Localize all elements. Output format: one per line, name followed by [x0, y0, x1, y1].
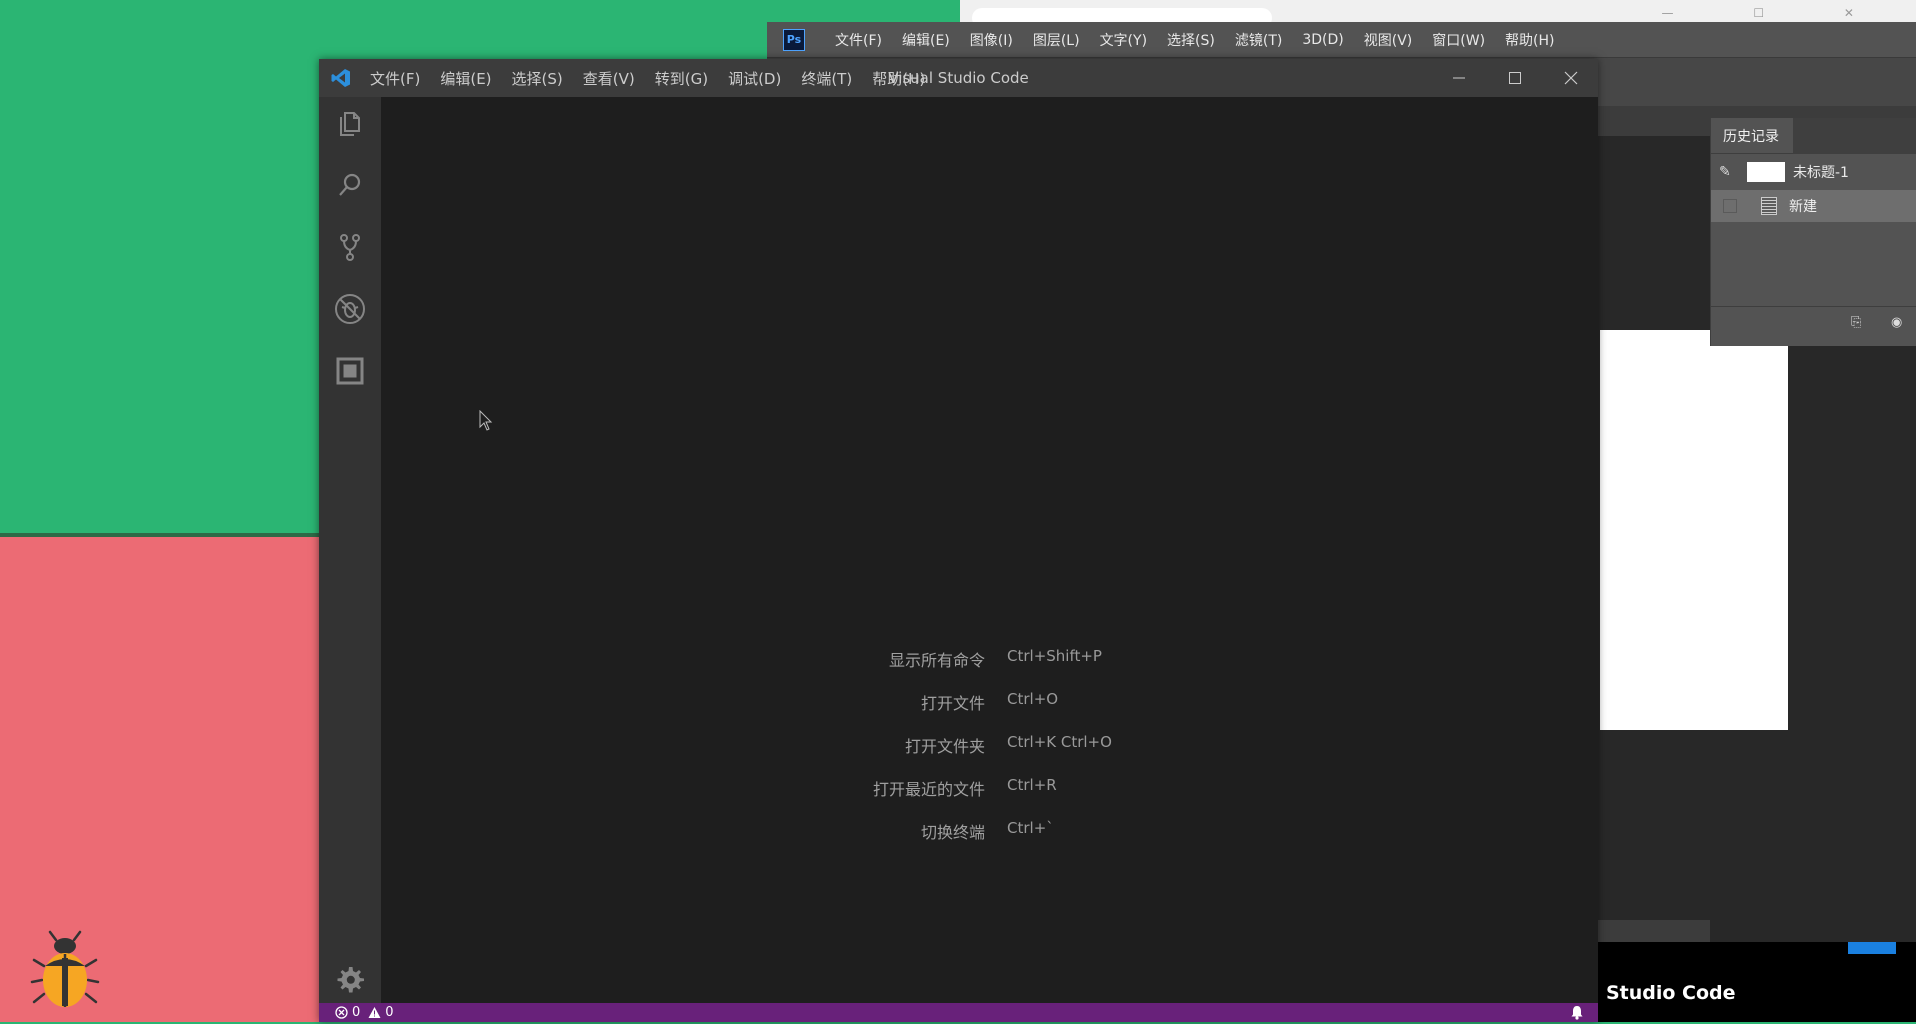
background-window-controls[interactable]: — ☐ ✕: [1662, 6, 1892, 20]
extensions-icon[interactable]: [330, 351, 370, 391]
vscode-logo-icon[interactable]: [330, 67, 352, 89]
shortcut-keys: Ctrl+`: [1007, 819, 1054, 837]
history-brush-icon: ✎: [1719, 164, 1731, 180]
warning-count: 0: [385, 1005, 394, 1020]
snapshot-label: 未标题-1: [1793, 165, 1849, 181]
error-icon: [335, 1006, 348, 1019]
shortcut-label: 打开文件夹: [904, 737, 985, 756]
shortcut-row: 打开最近的文件 Ctrl+R: [381, 776, 1598, 800]
history-panel-tab-strip: [1793, 118, 1916, 154]
activity-bar: [319, 97, 381, 1003]
status-bar: 0 0: [319, 1003, 1598, 1022]
menu-terminal[interactable]: 终端(T): [801, 68, 852, 89]
new-document-from-state-icon[interactable]: ⎘: [1851, 315, 1861, 330]
history-panel: 历史记录 ✎ 未标题-1 新建 ⎘ ◉: [1710, 118, 1916, 346]
shortcut-keys: Ctrl+R: [1007, 776, 1057, 794]
menu-help[interactable]: 帮助(H): [872, 68, 925, 89]
menu-file[interactable]: 文件(F): [370, 68, 420, 89]
ps-menu-image[interactable]: 图像(I): [970, 30, 1013, 50]
ps-menu-select[interactable]: 选择(S): [1167, 30, 1215, 50]
debug-icon[interactable]: [330, 289, 370, 329]
menu-debug[interactable]: 调试(D): [728, 68, 781, 89]
menu-selection[interactable]: 选择(S): [512, 68, 563, 89]
history-step-checkbox[interactable]: [1723, 199, 1737, 213]
bug-mascot-icon[interactable]: [30, 930, 100, 1010]
problems-indicator[interactable]: 0 0: [335, 1005, 394, 1020]
error-count: 0: [352, 1005, 361, 1020]
photoshop-logo-icon[interactable]: Ps: [783, 28, 805, 51]
menu-edit[interactable]: 编辑(E): [440, 68, 491, 89]
history-step-row[interactable]: 新建: [1711, 190, 1916, 222]
preview-title-text: al Studio Code: [1580, 982, 1736, 1004]
ps-menu-3d[interactable]: 3D(D): [1302, 32, 1343, 48]
warning-icon: [368, 1007, 381, 1018]
shortcut-label: 打开最近的文件: [872, 780, 985, 799]
ps-menu-filter[interactable]: 滤镜(T): [1235, 30, 1282, 50]
preview-accent: [1848, 942, 1896, 954]
shortcut-keys: Ctrl+K Ctrl+O: [1007, 733, 1112, 751]
maximize-button[interactable]: [1487, 59, 1543, 97]
shortcut-label: 切换终端: [920, 823, 985, 842]
minimize-button[interactable]: [1431, 59, 1487, 97]
explorer-icon[interactable]: [330, 103, 370, 143]
ps-menu-help[interactable]: 帮助(H): [1505, 30, 1554, 50]
shortcut-keys: Ctrl+Shift+P: [1007, 647, 1102, 665]
shortcut-row: 显示所有命令 Ctrl+Shift+P: [381, 647, 1598, 671]
camera-snapshot-icon[interactable]: ◉: [1891, 315, 1902, 330]
history-panel-tab[interactable]: 历史记录: [1711, 118, 1793, 154]
editor-area[interactable]: 显示所有命令 Ctrl+Shift+P 打开文件 Ctrl+O 打开文件夹 Ct…: [381, 97, 1598, 1003]
gear-icon[interactable]: [330, 959, 370, 999]
shortcut-label: 打开文件: [920, 694, 985, 713]
ps-menu-layer[interactable]: 图层(L): [1033, 30, 1080, 50]
vscode-window: 文件(F) 编辑(E) 选择(S) 查看(V) 转到(G) 调试(D) 终端(T…: [319, 59, 1598, 1022]
ps-menu-type[interactable]: 文字(Y): [1100, 30, 1147, 50]
background-window-titlebar: — ☐ ✕: [960, 0, 1916, 28]
menu-view[interactable]: 查看(V): [583, 68, 635, 89]
history-snapshot-row[interactable]: ✎ 未标题-1: [1711, 154, 1916, 190]
history-panel-footer: ⎘ ◉: [1711, 306, 1916, 339]
ps-menu-window[interactable]: 窗口(W): [1432, 30, 1485, 50]
shortcut-row: 打开文件 Ctrl+O: [381, 690, 1598, 714]
vscode-titlebar[interactable]: 文件(F) 编辑(E) 选择(S) 查看(V) 转到(G) 调试(D) 终端(T…: [319, 59, 1598, 97]
document-icon: [1761, 197, 1777, 215]
photoshop-document-canvas[interactable]: [1600, 330, 1788, 730]
mouse-cursor-icon: [479, 409, 493, 432]
ps-menu-file[interactable]: 文件(F): [835, 30, 882, 50]
shortcut-row: 切换终端 Ctrl+`: [381, 819, 1598, 843]
menu-go[interactable]: 转到(G): [655, 68, 708, 89]
shortcut-label: 显示所有命令: [888, 651, 985, 670]
notifications-bell-icon[interactable]: [1570, 1005, 1584, 1024]
close-button[interactable]: [1543, 59, 1599, 97]
ps-menu-view[interactable]: 视图(V): [1364, 30, 1413, 50]
source-control-icon[interactable]: [330, 227, 370, 267]
shortcut-keys: Ctrl+O: [1007, 690, 1059, 708]
ps-menu-edit[interactable]: 编辑(E): [902, 30, 950, 50]
photoshop-menubar: Ps 文件(F) 编辑(E) 图像(I) 图层(L) 文字(Y) 选择(S) 滤…: [767, 22, 1916, 57]
snapshot-thumbnail: [1747, 162, 1785, 182]
shortcut-row: 打开文件夹 Ctrl+K Ctrl+O: [381, 733, 1598, 757]
history-step-label: 新建: [1789, 199, 1817, 215]
search-icon[interactable]: [330, 165, 370, 205]
